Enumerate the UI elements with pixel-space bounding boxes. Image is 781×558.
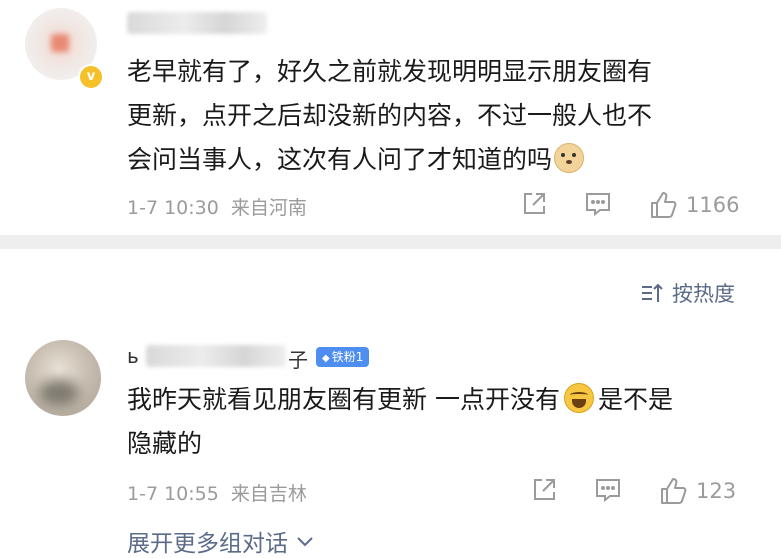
like-count: 1166 — [686, 193, 740, 217]
fan-badge-label: 铁粉1 — [331, 350, 364, 364]
comment-text-line: 隐藏的 — [127, 429, 203, 458]
comment-text-line: 更新，点开之后却没新的内容，不过一般人也不 — [127, 101, 653, 130]
thumbs-up-icon — [651, 192, 677, 218]
share-button[interactable] — [520, 190, 548, 218]
username-redacted[interactable] — [146, 345, 286, 367]
section-divider — [0, 235, 781, 249]
comment-text-line: 我昨天就看见朋友圈有更新 一点开没有 是不是 — [127, 378, 673, 422]
fan-level-badge: ◆ 铁粉1 — [316, 347, 370, 367]
crying-laughing-emoji-icon — [563, 383, 594, 413]
comment-meta: 1-7 10:55 来自吉林 — [127, 479, 307, 506]
share-button[interactable] — [530, 476, 558, 504]
comment-text-line-content: 会问当事人，这次有人问了才知道的吗 — [127, 145, 553, 174]
thumbs-up-icon — [661, 478, 687, 504]
comment-text-line-content: 是不是 — [597, 385, 673, 414]
expand-label: 展开更多组对话 — [127, 531, 288, 557]
comment-button[interactable] — [594, 476, 622, 504]
comment-text: 我昨天就看见朋友圈有更新 一点开没有 是不是 隐藏的 — [127, 378, 673, 466]
comment-location: 来自吉林 — [230, 483, 307, 505]
avatar[interactable] — [25, 340, 101, 416]
comment-text-line-content: 我昨天就看见朋友圈有更新 一点开没有 — [127, 385, 560, 414]
comment-text: 老早就有了，好久之前就发现明明显示朋友圈有 更新，点开之后却没新的内容，不过一般… — [127, 50, 652, 182]
comment-icon — [586, 193, 610, 217]
comment-meta: 1-7 10:30 来自河南 — [127, 193, 307, 220]
comment-icon — [596, 479, 620, 503]
comment-text-line: 老早就有了，好久之前就发现明明显示朋友圈有 — [127, 57, 653, 86]
sort-label: 按热度 — [672, 282, 735, 306]
comment-button[interactable] — [584, 190, 612, 218]
chevron-down-icon — [297, 537, 313, 547]
like-button[interactable]: 1166 — [648, 190, 739, 220]
comment-time: 1-7 10:30 — [127, 197, 219, 219]
username-suffix[interactable]: 子 — [288, 344, 308, 373]
doge-emoji-icon — [554, 143, 585, 173]
comment-text-line: 会问当事人，这次有人问了才知道的吗 — [127, 138, 652, 182]
expand-more-conversations-link[interactable]: 展开更多组对话 — [127, 524, 314, 558]
like-button[interactable]: 123 — [658, 476, 736, 506]
share-icon — [524, 193, 545, 214]
share-icon — [534, 479, 555, 500]
comment-location: 来自河南 — [230, 197, 307, 219]
username-prefix[interactable]: ь — [127, 344, 139, 368]
verified-badge-icon: v — [78, 64, 104, 90]
diamond-icon: ◆ — [322, 353, 330, 364]
comment-time: 1-7 10:55 — [127, 483, 219, 505]
sort-by-hot-button[interactable]: 按热度 — [640, 278, 735, 308]
like-count: 123 — [696, 479, 737, 503]
sort-icon — [642, 283, 663, 302]
username-redacted[interactable] — [127, 12, 267, 34]
comment-item: v 老早就有了，好久之前就发现明明显示朋友圈有 更新，点开之后却没新的内容，不过… — [0, 0, 781, 235]
